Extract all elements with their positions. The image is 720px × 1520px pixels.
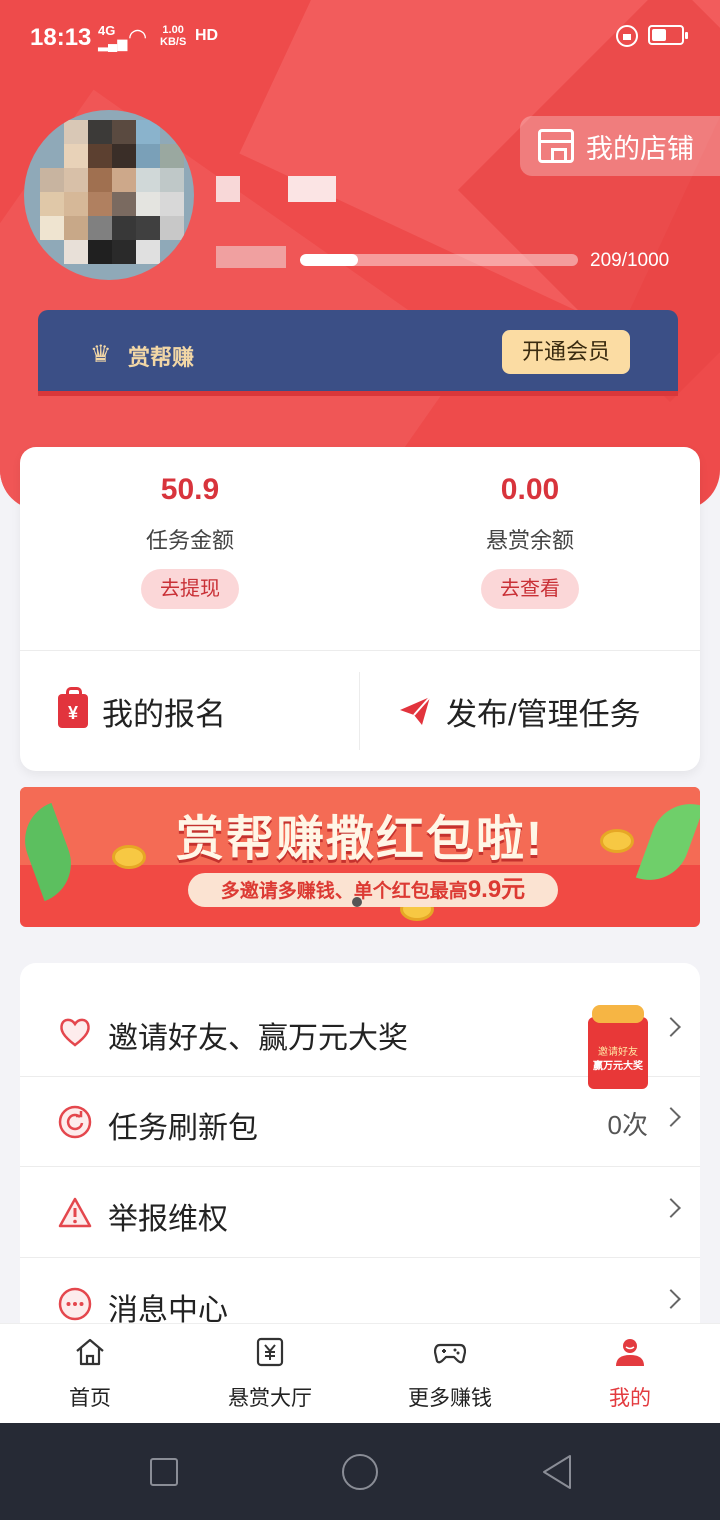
level-progress-bar (300, 254, 578, 266)
publish-manage-label: 发布/管理任务 (446, 696, 641, 732)
system-navigation-bar (0, 1423, 720, 1520)
level-progress-fill (300, 254, 359, 266)
battery-icon (648, 25, 688, 45)
refresh-pack-count: 0次 (607, 1110, 648, 1140)
chevron-right-icon (661, 1289, 681, 1309)
level-label-blurred (216, 246, 286, 268)
refresh-icon (58, 1105, 92, 1139)
home-button[interactable] (342, 1454, 378, 1490)
gamepad-icon (434, 1343, 466, 1364)
menu-item-report[interactable]: 举报维权 (20, 1168, 700, 1258)
username-blurred (288, 176, 336, 202)
task-amount-stat: 50.9 任务金额 去提现 (20, 447, 360, 649)
red-packet-banner[interactable]: 赏帮赚撒红包啦! 多邀请多赚钱、单个红包最高9.9元 (20, 787, 700, 927)
banner-title: 赏帮赚撒红包啦! (176, 813, 544, 866)
wifi-icon: ◠ (128, 24, 148, 49)
tab-label: 悬赏大厅 (228, 1387, 312, 1410)
carousel-indicator (352, 897, 362, 907)
open-membership-button[interactable]: 开通会员 (502, 330, 630, 374)
message-icon (58, 1287, 92, 1321)
promo-line: 邀请好友 (598, 1047, 638, 1058)
network-type: 4G (98, 23, 116, 38)
task-amount-label: 任务金额 (145, 528, 234, 553)
user-icon (616, 1339, 644, 1366)
banner-subtitle-amount: 9.9元 (467, 876, 526, 903)
tab-mine[interactable]: 我的 (540, 1324, 720, 1424)
gift-decoration (592, 1005, 644, 1023)
paper-plane-icon (400, 696, 431, 725)
recent-apps-button[interactable] (150, 1458, 178, 1486)
crown-icon: ♛ (90, 341, 112, 368)
level-progress-text: 209/1000 (590, 250, 670, 271)
menu-item-invite[interactable]: 邀请好友、赢万元大奖 邀请好友 赢万元大奖 (20, 987, 700, 1089)
yuan-icon (256, 1337, 284, 1367)
chevron-right-icon (661, 1017, 681, 1037)
warning-icon (58, 1197, 92, 1228)
tab-reward-hall[interactable]: 悬赏大厅 (180, 1324, 360, 1424)
avatar[interactable] (24, 110, 194, 280)
home-icon (76, 1338, 104, 1366)
menu-item-label: 邀请好友、赢万元大奖 (108, 1022, 408, 1055)
battery-fill (652, 29, 666, 41)
speed-unit: KB/S (160, 36, 187, 48)
my-signups-label: 我的报名 (102, 696, 226, 732)
bottom-tab-bar: 首页 悬赏大厅 更多赚钱 我的 (0, 1323, 720, 1423)
reward-balance-stat: 0.00 悬赏余额 去查看 (360, 447, 700, 649)
promo-line: 赢万元大奖 (593, 1061, 643, 1072)
tab-earn-more[interactable]: 更多赚钱 (360, 1324, 540, 1424)
heart-icon (60, 1018, 90, 1047)
status-bar: 18:13 4G ▂▄▆ ◠ 1.00 KB/S HD (0, 0, 720, 76)
signal-icon: 4G ▂▄▆ (98, 23, 128, 51)
my-store-button[interactable]: 我的店铺 (520, 116, 720, 176)
network-speed: 1.00 KB/S (160, 24, 186, 48)
task-amount-value: 50.9 (160, 473, 220, 506)
banner-subtitle: 多邀请多赚钱、单个红包最高9.9元 (188, 873, 558, 907)
reward-balance-value: 0.00 (500, 473, 560, 506)
rotation-lock-icon (616, 25, 638, 47)
menu-list: 邀请好友、赢万元大奖 邀请好友 赢万元大奖 任务刷新包 0次 举报维权 消息中心 (20, 963, 700, 1343)
withdraw-button[interactable]: 去提现 (141, 569, 239, 609)
my-signups-button[interactable]: ¥ 我的报名 (58, 651, 226, 771)
username-blurred (216, 176, 240, 202)
my-store-label: 我的店铺 (586, 133, 694, 164)
store-icon (538, 129, 574, 163)
vip-brand-label: 赏帮赚 (128, 345, 195, 370)
back-button[interactable] (540, 1453, 574, 1491)
chevron-right-icon (661, 1198, 681, 1218)
speed-value: 1.00 (162, 24, 184, 36)
banner-subtitle-text: 多邀请多赚钱、单个红包最高 (220, 881, 468, 902)
clock: 18:13 (30, 24, 92, 51)
wallet-card: 50.9 任务金额 去提现 0.00 悬赏余额 去查看 ¥ 我的报名 发布/管理… (20, 447, 700, 771)
view-balance-button[interactable]: 去查看 (481, 569, 579, 609)
divider (359, 672, 360, 750)
shopping-bag-icon: ¥ (58, 687, 88, 728)
menu-item-refresh-pack[interactable]: 任务刷新包 0次 (20, 1077, 700, 1167)
vip-banner[interactable]: ♛ 赏帮赚 开通会员 (38, 310, 678, 396)
tab-label: 首页 (69, 1387, 111, 1410)
chevron-right-icon (661, 1107, 681, 1127)
menu-item-label: 任务刷新包 (108, 1112, 258, 1145)
menu-item-label: 举报维权 (108, 1203, 228, 1236)
tab-home[interactable]: 首页 (0, 1324, 180, 1424)
publish-manage-button[interactable]: 发布/管理任务 (398, 651, 641, 771)
tab-label: 更多赚钱 (408, 1387, 492, 1410)
tab-label: 我的 (609, 1387, 651, 1410)
reward-balance-label: 悬赏余额 (485, 528, 574, 553)
hd-indicator: HD (195, 27, 219, 44)
